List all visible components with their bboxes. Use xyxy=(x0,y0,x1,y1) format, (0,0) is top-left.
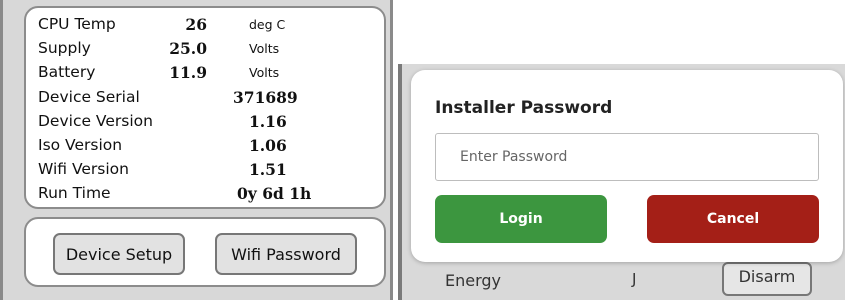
info-unit: Volts xyxy=(249,40,280,56)
info-row-supply: Supply 25.0 Volts xyxy=(26,36,384,60)
device-info-box: CPU Temp 26 deg C Supply 25.0 Volts Batt… xyxy=(24,6,386,209)
installer-password-modal: Installer Password Login Cancel xyxy=(411,70,843,262)
info-value: 11.9 xyxy=(169,62,207,82)
device-setup-button[interactable]: Device Setup xyxy=(53,233,185,275)
info-label: Device Serial xyxy=(38,88,140,106)
info-label: CPU Temp xyxy=(38,15,116,33)
info-unit: Volts xyxy=(249,64,280,80)
info-label: Battery xyxy=(38,63,96,81)
info-row-cpu-temp: CPU Temp 26 deg C xyxy=(26,12,384,36)
info-value: 1.06 xyxy=(249,135,287,155)
info-value: 0y 6d 1h xyxy=(237,183,312,203)
modal-title: Installer Password xyxy=(435,98,613,118)
info-value: 25.0 xyxy=(169,38,207,58)
password-input[interactable] xyxy=(435,133,819,181)
wifi-password-button[interactable]: Wifi Password xyxy=(215,233,357,275)
info-value: 26 xyxy=(185,14,207,34)
info-row-battery: Battery 11.9 Volts xyxy=(26,60,384,84)
device-status-panel: CPU Temp 26 deg C Supply 25.0 Volts Batt… xyxy=(0,0,393,300)
info-label: Run Time xyxy=(38,184,111,202)
info-label: Supply xyxy=(38,39,91,57)
info-value: 1.16 xyxy=(249,111,287,131)
energy-label: Energy xyxy=(445,271,502,290)
info-value: 371689 xyxy=(233,87,298,107)
info-row-device-version: Device Version 1.16 xyxy=(26,109,384,133)
info-label: Wifi Version xyxy=(38,160,129,178)
info-row-device-serial: Device Serial 371689 xyxy=(26,85,384,109)
info-value: 1.51 xyxy=(249,159,287,179)
info-label: Iso Version xyxy=(38,136,123,154)
info-row-run-time: Run Time 0y 6d 1h xyxy=(26,181,384,205)
energy-unit: J xyxy=(632,270,637,288)
info-row-wifi-version: Wifi Version 1.51 xyxy=(26,157,384,181)
login-button[interactable]: Login xyxy=(435,195,607,243)
info-unit: deg C xyxy=(249,16,286,32)
info-label: Device Version xyxy=(38,112,153,130)
info-row-iso-version: Iso Version 1.06 xyxy=(26,133,384,157)
device-button-box: Device Setup Wifi Password xyxy=(24,217,386,287)
cancel-button[interactable]: Cancel xyxy=(647,195,819,243)
disarm-button[interactable]: Disarm xyxy=(722,262,812,296)
